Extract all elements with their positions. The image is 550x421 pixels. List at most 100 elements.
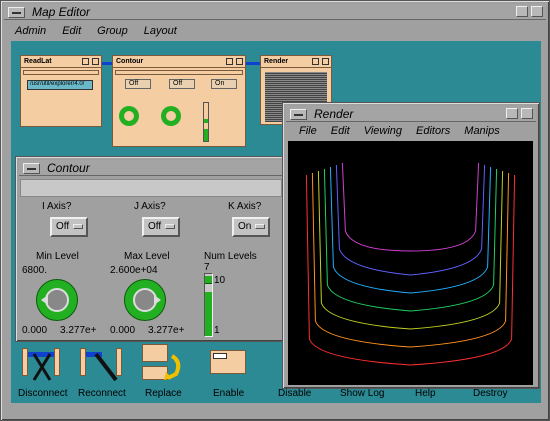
- minimize-icon[interactable]: [516, 6, 528, 17]
- menu-edit[interactable]: Edit: [62, 25, 81, 37]
- window-menu-icon[interactable]: [8, 7, 25, 18]
- contour-line: [329, 166, 492, 294]
- min-level-value: 6800.: [22, 265, 48, 276]
- max-level-range-min: 0.000: [110, 325, 136, 336]
- dial-pointer-icon: [154, 295, 161, 305]
- num-levels-max: 10: [214, 275, 226, 286]
- min-level-label: Min Level: [36, 251, 79, 262]
- max-level-knob[interactable]: [161, 106, 181, 126]
- render-title: Render: [314, 107, 354, 121]
- contour-line: [323, 168, 498, 312]
- module-title: ReadLat: [21, 56, 101, 68]
- contour-line: [317, 170, 504, 330]
- render-titlebar[interactable]: Render: [286, 106, 536, 122]
- module-expand-icon[interactable]: [92, 58, 99, 65]
- window-menu-icon[interactable]: [290, 109, 307, 120]
- num-levels-value: 7: [204, 262, 210, 273]
- toggle-indicator-icon: [73, 224, 83, 229]
- menu-manips[interactable]: Manips: [464, 125, 499, 137]
- minimize-icon[interactable]: [506, 108, 518, 119]
- maximize-icon[interactable]: [531, 6, 543, 17]
- replace-label[interactable]: Replace: [145, 388, 182, 399]
- contour-titlebar[interactable]: Contour: [19, 160, 286, 176]
- enable-label[interactable]: Enable: [213, 388, 244, 399]
- maximize-icon[interactable]: [521, 108, 533, 119]
- panel-header-area: [20, 179, 282, 197]
- replace-arrow-icon: [164, 354, 181, 380]
- slider-thumb[interactable]: [205, 276, 212, 284]
- module-port: [23, 70, 99, 75]
- disable-label[interactable]: Disable: [278, 388, 311, 399]
- contour-line: [341, 162, 480, 252]
- min-level-knob[interactable]: [119, 106, 139, 126]
- menu-layout[interactable]: Layout: [144, 25, 177, 37]
- i-axis-dropdown[interactable]: Off: [125, 79, 151, 89]
- pliers-icon: [94, 352, 118, 382]
- contour-line: [335, 164, 486, 276]
- window-menu-icon[interactable]: [23, 163, 40, 174]
- reconnect-button[interactable]: [80, 346, 122, 384]
- render-menubar: File Edit Viewing Editors Manips: [299, 125, 516, 137]
- menu-viewing[interactable]: Viewing: [364, 125, 402, 137]
- map-editor-menubar: Admin Edit Group Layout: [15, 25, 193, 37]
- disconnect-button[interactable]: [22, 346, 60, 384]
- help-label[interactable]: Help: [415, 388, 436, 399]
- j-axis-value: Off: [148, 221, 162, 232]
- num-levels-label: Num Levels: [204, 251, 257, 262]
- scissors-icon: [32, 353, 52, 381]
- max-level-label: Max Level: [124, 251, 170, 262]
- connection-line: [246, 62, 260, 65]
- max-level-range-max: 3.277e+: [148, 325, 185, 336]
- max-level-value: 2.600e+04: [110, 265, 158, 276]
- replace-button[interactable]: [142, 344, 184, 384]
- panel-title: Contour: [47, 161, 90, 175]
- module-expand-icon[interactable]: [322, 58, 329, 65]
- j-axis-dropdown[interactable]: Off: [169, 79, 195, 89]
- module-close-icon[interactable]: [312, 58, 319, 65]
- menu-edit[interactable]: Edit: [331, 125, 350, 137]
- module-title: Render: [261, 56, 331, 68]
- toggle-indicator-icon: [165, 224, 175, 229]
- k-axis-toggle[interactable]: On: [232, 217, 270, 237]
- contour-plot: [305, 162, 516, 366]
- num-levels-slider[interactable]: [204, 273, 213, 337]
- num-levels-slider[interactable]: [203, 102, 209, 142]
- num-levels-min: 1: [214, 325, 220, 336]
- disconnect-label[interactable]: Disconnect: [18, 388, 67, 399]
- map-editor-titlebar[interactable]: Map Editor: [4, 4, 546, 20]
- menu-group[interactable]: Group: [97, 25, 128, 37]
- toggle-indicator-icon: [255, 224, 265, 229]
- destroy-label[interactable]: Destroy: [473, 388, 507, 399]
- j-axis-toggle[interactable]: Off: [142, 217, 180, 237]
- module-close-icon[interactable]: [82, 58, 89, 65]
- reconnect-label[interactable]: Reconnect: [78, 388, 126, 399]
- connection-line: [102, 62, 112, 65]
- show-log-label[interactable]: Show Log: [340, 388, 384, 399]
- contour-panel-window: Contour I Axis? Off J Axis? Off K Axis? …: [15, 156, 290, 342]
- min-level-range-min: 0.000: [22, 325, 48, 336]
- module-expand-icon[interactable]: [236, 58, 243, 65]
- min-level-range-max: 3.277e+: [60, 325, 97, 336]
- min-level-dial[interactable]: [36, 279, 78, 321]
- render-window: Render File Edit Viewing Editors Manips: [282, 102, 540, 389]
- module-close-icon[interactable]: [226, 58, 233, 65]
- dial-pointer-icon: [41, 295, 48, 305]
- window-title: Map Editor: [32, 5, 91, 19]
- max-level-dial[interactable]: [124, 279, 166, 321]
- enable-button[interactable]: [210, 350, 246, 380]
- k-axis-dropdown[interactable]: On: [211, 79, 237, 89]
- file-path-field[interactable]: /usr/util/explorer/4.0/: [27, 80, 93, 90]
- readlat-module[interactable]: ReadLat /usr/util/explorer/4.0/: [20, 55, 102, 127]
- contour-module[interactable]: Contour Off Off On: [112, 55, 246, 147]
- i-axis-toggle[interactable]: Off: [50, 217, 88, 237]
- contour-line: [311, 172, 510, 348]
- i-axis-value: Off: [56, 221, 70, 232]
- k-axis-label: K Axis?: [228, 201, 262, 212]
- menu-file[interactable]: File: [299, 125, 317, 137]
- menu-editors[interactable]: Editors: [416, 125, 450, 137]
- render-viewport[interactable]: [288, 141, 533, 385]
- i-axis-label: I Axis?: [42, 201, 72, 212]
- j-axis-label: J Axis?: [134, 201, 166, 212]
- module-port: [115, 70, 243, 75]
- menu-admin[interactable]: Admin: [15, 25, 46, 37]
